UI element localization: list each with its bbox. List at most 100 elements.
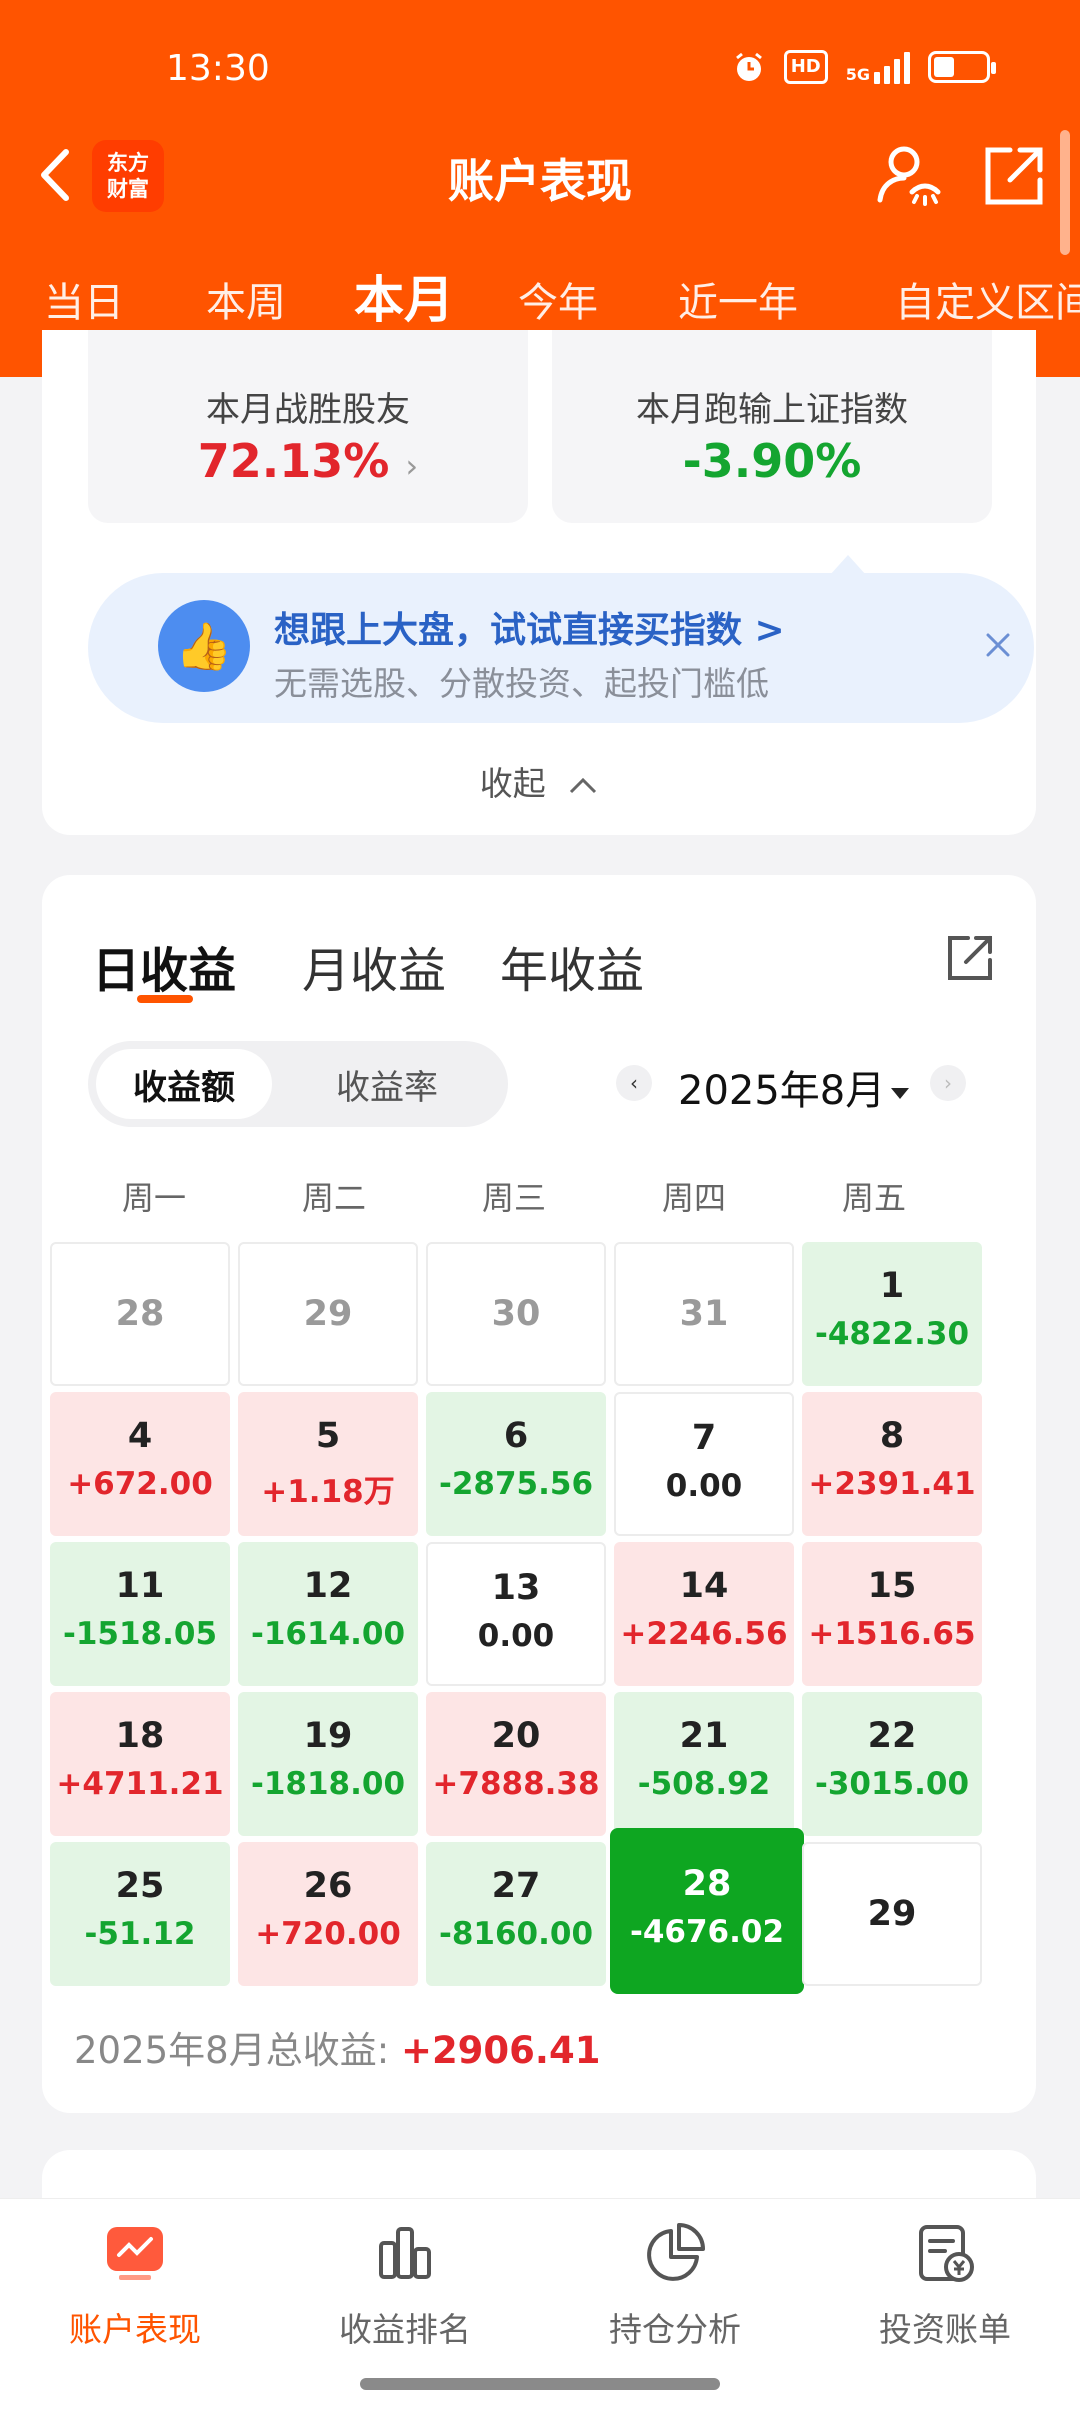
tab-month[interactable]: 本月 [354, 260, 454, 332]
tab-daily-earnings[interactable]: 日收益 [92, 931, 236, 1001]
next-month-icon[interactable]: › [930, 1065, 966, 1101]
calendar-day-cell[interactable]: 19 -1818.00 [238, 1692, 418, 1836]
calendar-day-cell: 31 [614, 1242, 794, 1386]
calendar-day-value: +1516.65 [808, 1616, 976, 1652]
toggle-rate[interactable]: 收益率 [282, 1049, 492, 1119]
summary-card: 本月战胜股友 72.13% › 本月跑输上证指数 -3.90% 👍 想跟上大盘，… [42, 330, 1036, 835]
calendar-day-value: -1818.00 [250, 1766, 406, 1802]
calendar-day-cell[interactable]: 15 +1516.65 [802, 1542, 982, 1686]
calendar-day-cell: 30 [426, 1242, 606, 1386]
calendar-day-number: 21 [679, 1716, 729, 1756]
index-box: 本月跑输上证指数 -3.90% [552, 330, 992, 523]
header: 13:30 HD 5G 东方 财富 账户表现 当日 本周 本月 今年 近一年 自… [0, 0, 1080, 377]
calendar-day-cell[interactable]: 12 -1614.00 [238, 1542, 418, 1686]
calendar-day-cell[interactable]: 29 [802, 1842, 982, 1986]
calendar-day-value: +672.00 [67, 1466, 213, 1502]
tab-week[interactable]: 本周 [206, 270, 286, 328]
tab-monthly-earnings[interactable]: 月收益 [302, 931, 446, 1001]
tab-year[interactable]: 今年 [518, 270, 598, 328]
calendar-day-value: -51.12 [84, 1916, 196, 1952]
month-total: 2025年8月总收益: +2906.41 [74, 2020, 600, 2074]
close-icon[interactable] [978, 625, 1018, 665]
calendar-day-cell[interactable]: 7 0.00 [614, 1392, 794, 1536]
nav-earnings-ranking[interactable]: 收益排名 [270, 2221, 540, 2351]
bar-chart-icon [379, 2227, 431, 2279]
calendar-day-number: 27 [491, 1866, 541, 1906]
network-label: 5G [845, 65, 870, 84]
status-time: 13:30 [166, 48, 270, 89]
calendar-day-number: 12 [303, 1566, 353, 1606]
earnings-tab-underline [137, 995, 193, 1003]
export-icon[interactable] [942, 930, 998, 986]
calendar-day-cell[interactable]: 22 -3015.00 [802, 1692, 982, 1836]
calendar-day-cell[interactable]: 28 -4676.02 [610, 1828, 804, 1994]
calendar-day-value: +4711.21 [56, 1766, 224, 1802]
calendar-day-cell[interactable]: 21 -508.92 [614, 1692, 794, 1836]
scroll-indicator [1060, 130, 1070, 255]
calendar-day-number: 13 [491, 1568, 541, 1608]
user-eye-icon[interactable] [872, 140, 942, 210]
calendar-day-cell[interactable]: 18 +4711.21 [50, 1692, 230, 1836]
tab-yearly-earnings[interactable]: 年收益 [500, 931, 644, 1001]
tab-today[interactable]: 当日 [44, 270, 124, 328]
nav-account-performance[interactable]: 账户表现 [0, 2221, 270, 2351]
calendar-day-number: 26 [303, 1866, 353, 1906]
calendar-day-value: -4676.02 [629, 1914, 785, 1950]
beat-peers-value: 72.13% › [197, 434, 419, 488]
calendar-day-number: 11 [115, 1566, 165, 1606]
beat-peers-box[interactable]: 本月战胜股友 72.13% › [88, 330, 528, 523]
toggle-amount[interactable]: 收益额 [96, 1049, 272, 1119]
month-total-value: +2906.41 [400, 2029, 601, 2072]
tab-custom-range[interactable]: 自定义区间 [895, 270, 1080, 328]
weekday-wed: 周三 [481, 1179, 546, 1217]
month-selector[interactable]: 2025年8月 [678, 1058, 910, 1116]
tab-last-year[interactable]: 近一年 [678, 270, 798, 328]
calendar-day-value: +720.00 [255, 1916, 401, 1952]
calendar-day-number: 4 [127, 1416, 153, 1456]
chart-icon [107, 2227, 163, 2280]
metric-toggle: 收益额 收益率 [88, 1041, 508, 1127]
calendar-day-cell[interactable]: 20 +7888.38 [426, 1692, 606, 1836]
calendar-day-number: 15 [867, 1566, 917, 1606]
calendar-day-value: +1.18万 [261, 1474, 395, 1510]
calendar-day-number: 28 [682, 1864, 732, 1904]
calendar-day-number: 20 [491, 1716, 541, 1756]
nav-holdings-analysis[interactable]: 持仓分析 [540, 2221, 810, 2351]
calendar-day-number: 14 [679, 1566, 729, 1606]
calendar-day-value: -1518.05 [62, 1616, 218, 1652]
share-icon[interactable] [980, 142, 1048, 210]
calendar-day-number: 5 [315, 1416, 341, 1456]
calendar-day-cell: 29 [238, 1242, 418, 1386]
calendar-day-cell[interactable]: 8 +2391.41 [802, 1392, 982, 1536]
promo-banner[interactable]: 👍 想跟上大盘，试试直接买指数 > 无需选股、分散投资、起投门槛低 [88, 555, 1034, 723]
signal-icon: 5G [846, 50, 910, 84]
calendar-day-cell[interactable]: 25 -51.12 [50, 1842, 230, 1986]
calendar-day-value: -4822.30 [814, 1316, 970, 1352]
calendar-day-cell[interactable]: 5 +1.18万 [238, 1392, 418, 1536]
thumbs-up-icon: 👍 [158, 600, 250, 692]
calendar-day-value: 0.00 [665, 1468, 743, 1504]
calendar-day-cell[interactable]: 13 0.00 [426, 1542, 606, 1686]
prev-month-icon[interactable]: ‹ [616, 1065, 652, 1101]
calendar-day-number: 31 [679, 1294, 729, 1334]
calendar-day-cell[interactable]: 14 +2246.56 [614, 1542, 794, 1686]
calendar-day-cell[interactable]: 26 +720.00 [238, 1842, 418, 1986]
calendar-day-cell[interactable]: 4 +672.00 [50, 1392, 230, 1536]
calendar-day-value: -2875.56 [438, 1466, 594, 1502]
calendar-day-cell: 28 [50, 1242, 230, 1386]
bill-icon [919, 2225, 974, 2282]
calendar-day-cell[interactable]: 11 -1518.05 [50, 1542, 230, 1686]
calendar-day-number: 19 [303, 1716, 353, 1756]
calendar-day-number: 22 [867, 1716, 917, 1756]
calendar-day-number: 6 [503, 1416, 529, 1456]
calendar-day-cell[interactable]: 27 -8160.00 [426, 1842, 606, 1986]
nav-investment-bill[interactable]: 投资账单 [810, 2221, 1080, 2351]
collapse-button[interactable]: 收起 [42, 757, 1036, 805]
calendar-day-value: +2391.41 [808, 1466, 976, 1502]
calendar-day-cell[interactable]: 1 -4822.30 [802, 1242, 982, 1386]
calendar-day-number: 1 [879, 1266, 905, 1306]
calendar-day-cell[interactable]: 6 -2875.56 [426, 1392, 606, 1536]
calendar-day-number: 7 [691, 1418, 717, 1458]
status-icons: HD 5G [732, 50, 996, 84]
pie-chart-icon [647, 2223, 705, 2281]
